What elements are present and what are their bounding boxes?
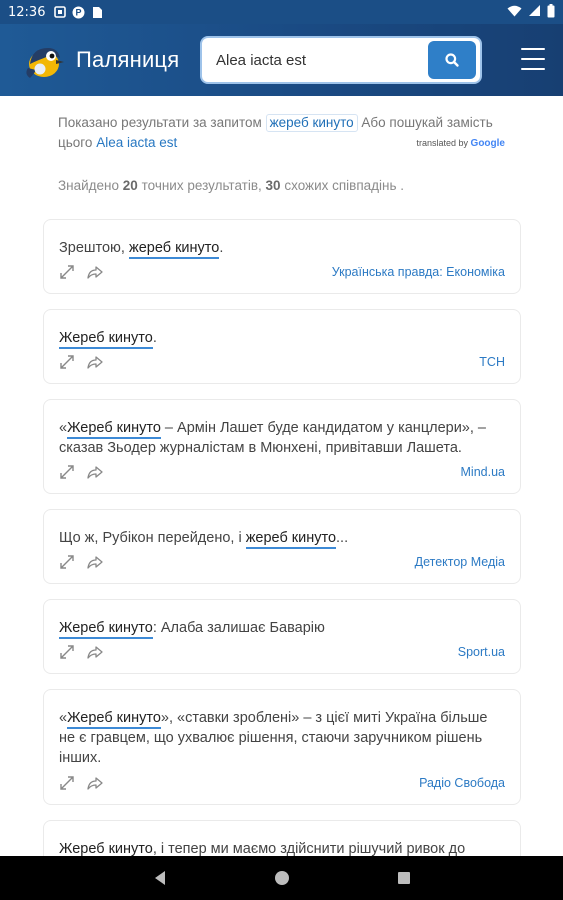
translated-query[interactable]: жереб кинуто	[265, 114, 358, 132]
result-card[interactable]: «Жереб кинуто – Армін Лашет буде кандида…	[43, 399, 521, 494]
system-navigation-bar	[0, 856, 563, 900]
search-input[interactable]	[202, 38, 428, 82]
search-box	[200, 36, 482, 84]
results-summary: Знайдено 20 точних результатів, 30 схожи…	[58, 178, 404, 193]
expand-icon[interactable]	[58, 463, 76, 481]
result-card[interactable]: Жереб кинуто. ТСН	[43, 309, 521, 384]
signal-icon	[528, 4, 541, 20]
share-icon[interactable]	[86, 643, 104, 661]
result-highlight: Жереб кинуто	[59, 330, 153, 349]
share-icon[interactable]	[86, 553, 104, 571]
app-notification-icon: P	[72, 6, 85, 19]
status-indicators	[507, 3, 555, 21]
share-icon[interactable]	[86, 263, 104, 281]
google-logo: Google	[470, 138, 505, 149]
search-button[interactable]	[428, 41, 476, 79]
result-source[interactable]: Радіо Свобода	[419, 776, 505, 790]
card-actions	[58, 774, 104, 792]
result-source[interactable]: Українська правда: Економіка	[332, 265, 505, 279]
result-source[interactable]: Детектор Медіа	[415, 555, 505, 569]
card-actions	[58, 463, 104, 481]
original-query-link[interactable]: Alea iacta est	[96, 135, 177, 150]
result-text: Зрештою, жереб кинуто.	[59, 238, 506, 259]
expand-icon[interactable]	[58, 263, 76, 281]
summary-prefix: Знайдено	[58, 178, 120, 193]
battery-icon	[547, 3, 555, 21]
result-card[interactable]: Зрештою, жереб кинуто. Українська правда…	[43, 219, 521, 294]
result-text: Жереб кинуто, і тепер ми маємо здійснити…	[59, 839, 506, 856]
wifi-icon	[507, 5, 522, 20]
result-highlight: жереб кинуто	[129, 240, 220, 259]
app-title: Паляниця	[76, 47, 180, 72]
share-icon[interactable]	[86, 463, 104, 481]
card-actions	[58, 553, 104, 571]
expand-icon[interactable]	[58, 643, 76, 661]
result-card[interactable]: «Жереб кинуто», «ставки зроблені» – з ці…	[43, 689, 521, 805]
result-highlight: Жереб кинуто	[67, 710, 161, 729]
result-source[interactable]: Mind.ua	[461, 465, 505, 479]
result-highlight: Жереб кинуто	[59, 841, 153, 856]
card-actions	[58, 643, 104, 661]
result-text: «Жереб кинуто – Армін Лашет буде кандида…	[59, 420, 486, 456]
result-highlight: Жереб кинуто	[59, 620, 153, 639]
hamburger-menu-icon[interactable]	[521, 48, 545, 70]
result-text: Жереб кинуто: Алаба залишає Баварію	[59, 618, 506, 639]
similar-label: схожих співпадінь .	[284, 178, 405, 193]
result-card[interactable]: Жереб кинуто, і тепер ми маємо здійснити…	[43, 820, 521, 856]
result-source[interactable]: Sport.ua	[458, 645, 505, 659]
status-bar: 12:36 P	[0, 0, 563, 24]
bird-logo-icon	[26, 48, 64, 78]
expand-icon[interactable]	[58, 353, 76, 371]
card-actions	[58, 263, 104, 281]
similar-count: 30	[265, 178, 281, 193]
expand-icon[interactable]	[58, 774, 76, 792]
result-highlight: жереб кинуто	[245, 530, 337, 549]
result-text: Жереб кинуто.	[59, 328, 506, 349]
svg-text:P: P	[76, 7, 82, 17]
result-text: «Жереб кинуто», «ставки зроблені» – з ці…	[59, 710, 488, 766]
app-header: Паляниця	[0, 24, 563, 96]
app-logo[interactable]	[22, 38, 66, 82]
result-highlight: Жереб кинуто	[67, 420, 161, 439]
translation-prefix: Показано результати за запитом	[58, 115, 262, 130]
exact-label: точних результатів,	[141, 178, 262, 193]
exact-count: 20	[122, 178, 138, 193]
notification-icon	[53, 6, 66, 19]
status-time: 12:36	[8, 4, 46, 20]
attribution-prefix: translated by	[416, 138, 469, 148]
expand-icon[interactable]	[58, 553, 76, 571]
back-icon[interactable]	[150, 868, 170, 888]
card-actions	[58, 353, 104, 371]
result-text: Що ж, Рубікон перейдено, і жереб кинуто.…	[59, 528, 506, 549]
results-content: Показано результати за запитом жереб кин…	[0, 96, 563, 856]
google-attribution: translated by Google	[417, 138, 506, 149]
share-icon[interactable]	[86, 353, 104, 371]
sd-card-icon	[91, 6, 104, 19]
home-icon[interactable]	[272, 868, 292, 888]
result-card[interactable]: Жереб кинуто: Алаба залишає Баварію Spor…	[43, 599, 521, 674]
result-card[interactable]: Що ж, Рубікон перейдено, і жереб кинуто.…	[43, 509, 521, 584]
recents-icon[interactable]	[394, 868, 414, 888]
result-source[interactable]: ТСН	[479, 355, 505, 369]
share-icon[interactable]	[86, 774, 104, 792]
search-icon	[445, 53, 459, 67]
